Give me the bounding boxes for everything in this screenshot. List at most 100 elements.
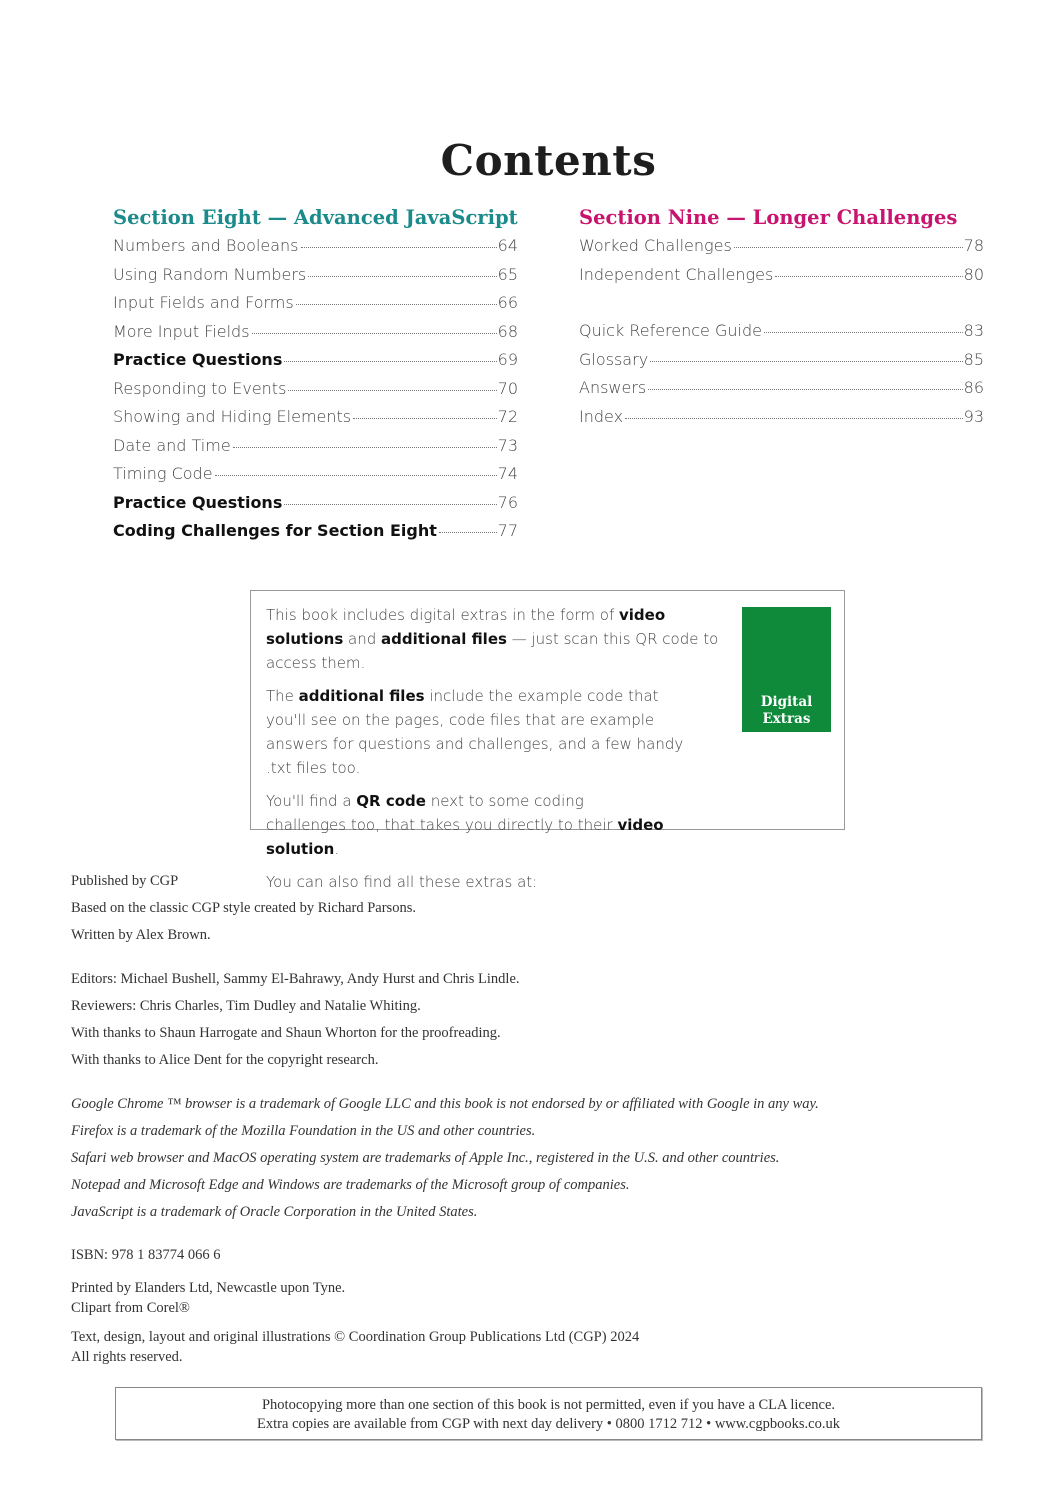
printed-by: Printed by Elanders Ltd, Newcastle upon … [71,1280,346,1296]
toc-entry-page: 69 [497,350,518,369]
extras-paragraph-3: You'll find a QR code next to some codin… [266,789,666,861]
toc-entry[interactable]: Input Fields and Forms 66 [113,293,518,322]
dot-leader [733,247,963,248]
toc-entry[interactable]: Worked Challenges 78 [579,236,984,265]
toc-entry[interactable]: Quick Reference Guide 83 [579,321,984,350]
digital-extras-qr-badge[interactable]: Digital Extras [742,607,831,732]
copyright: Text, design, layout and original illust… [71,1329,640,1345]
isbn: ISBN: 978 1 83774 066 6 [71,1247,221,1263]
dot-leader [284,361,497,362]
toc-entry-page: 64 [497,236,518,255]
toc-entry[interactable]: Timing Code 74 [113,464,518,493]
toc-entry[interactable]: Numbers and Booleans 64 [113,236,518,265]
thanks-proofreading: With thanks to Shaun Harrogate and Shaun… [71,1025,501,1041]
extra-copies-notice: Extra copies are available from CGP with… [257,1416,840,1432]
toc-entry-title: Glossary [579,349,649,369]
toc-entry-title: Index [579,406,624,426]
toc-entry-page: 77 [497,521,518,540]
toc-entry-page: 65 [497,264,518,284]
toc-entry[interactable]: Date and Time 73 [113,436,518,465]
published-by: Published by CGP [71,873,179,889]
reviewers: Reviewers: Chris Charles, Tim Dudley and… [71,998,421,1014]
toc-entry-title: Coding Challenges for Section Eight [113,521,437,540]
toc-entry[interactable]: Showing and Hiding Elements 72 [113,407,518,436]
rights-reserved: All rights reserved. [71,1349,183,1365]
page-title: Contents [440,136,657,186]
toc-entry[interactable]: Glossary 85 [579,350,984,379]
photocopy-notice: Photocopying more than one section of th… [261,1397,836,1413]
section-eight-list: Numbers and Booleans 64 Using Random Numbe… [113,236,518,550]
thanks-copyright: With thanks to Alice Dent for the copyri… [71,1052,379,1068]
credits-block: Published by CGP Based on the classic CG… [71,868,971,1367]
trademark-notice: Google Chrome ™ browser is a trademark o… [71,1096,819,1112]
toc-entry[interactable]: Practice Questions 69 [113,350,518,379]
dot-leader [300,247,497,248]
toc-entry-title: More Input Fields [113,321,250,341]
toc-entry-title: Answers [579,378,647,397]
toc-section-nine: Section Nine — Longer Challenges Worked … [579,204,984,435]
toc-entry-title: Showing and Hiding Elements [113,407,352,426]
toc-entry-title: Practice Questions [113,492,283,512]
section-nine-list: Worked Challenges 78 Independent Challenge… [579,236,984,293]
dot-leader [775,275,963,277]
toc-section-eight: Section Eight — Advanced JavaScript Numb… [113,204,518,550]
toc-entry[interactable]: Responding to Events 70 [113,379,518,408]
photocopy-notice-box: Photocopying more than one section of th… [115,1387,982,1440]
text: and [343,630,382,648]
emphasis: additional files [298,687,425,705]
toc-entry-page: 73 [497,435,518,455]
toc-entry[interactable]: Coding Challenges for Section Eight 77 [113,521,518,550]
text: . [334,840,340,858]
toc-entry-title: Practice Questions [113,350,283,369]
text: This book includes digital extras in the… [266,606,620,624]
toc-entry-page: 78 [963,236,984,255]
dot-leader [232,446,497,448]
emphasis: additional files [381,630,507,648]
toc-entry-title: Date and Time [113,435,231,455]
toc-entry-page: 68 [497,321,518,341]
toc-entry-page: 74 [497,464,518,483]
extras-paragraph-1: This book includes digital extras in the… [266,603,736,675]
digital-extras-text: This book includes digital extras in the… [266,603,736,903]
toc-entry[interactable]: Using Random Numbers 65 [113,265,518,294]
toc-entry-page: 70 [497,378,518,398]
emphasis: QR code [356,792,426,810]
badge-line-1: Digital [760,694,813,710]
toc-entry[interactable]: Independent Challenges 80 [579,265,984,294]
dot-leader [308,275,497,277]
toc-entry[interactable]: Answers 86 [579,378,984,407]
clipart-credit: Clipart from Corel® [71,1300,190,1316]
toc-entry[interactable]: Index 93 [579,407,984,436]
text: The [266,687,299,705]
toc-entry[interactable]: More Input Fields 68 [113,322,518,351]
toc-entry-title: Timing Code [113,464,213,483]
dot-leader [295,304,497,305]
editors: Editors: Michael Bushell, Sammy El-Bahra… [71,971,520,987]
toc-entry-title: Using Random Numbers [113,264,307,284]
written-by: Written by Alex Brown. [71,927,211,943]
trademark-notice: JavaScript is a trademark of Oracle Corp… [71,1204,478,1220]
dot-leader [288,389,497,391]
toc-entry[interactable]: Practice Questions 76 [113,493,518,522]
toc-entry-title: Input Fields and Forms [113,293,294,312]
toc-entry-title: Worked Challenges [579,236,732,255]
digital-extras-box: This book includes digital extras in the… [250,590,845,891]
toc-entry-page: 80 [963,264,984,284]
based-on: Based on the classic CGP style created b… [71,900,416,916]
badge-line-2: Extras [762,711,811,727]
toc-entry-page: 83 [963,321,984,340]
dot-leader [650,360,963,362]
toc-entry-page: 72 [497,407,518,426]
toc-entry-page: 76 [497,492,518,512]
back-matter-list: Quick Reference Guide 83 Glossary 85 Answers… [579,321,984,435]
trademark-notice: Firefox is a trademark of the Mozilla Fo… [71,1123,536,1139]
section-eight-heading: Section Eight — Advanced JavaScript [113,206,518,229]
toc-entry-page: 93 [963,406,984,426]
section-nine-heading: Section Nine — Longer Challenges [579,206,958,229]
toc-spacer [579,293,984,321]
